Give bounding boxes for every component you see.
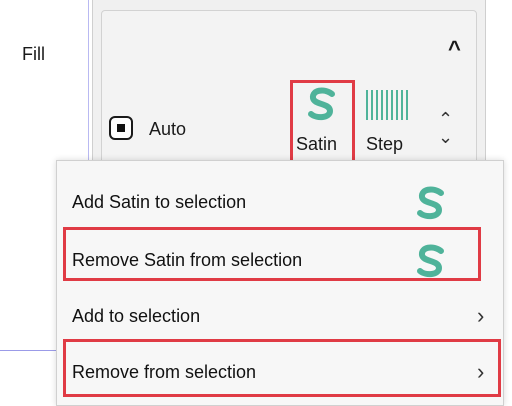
menu-item-label: Add Satin to selection bbox=[72, 192, 247, 212]
menu-item-add-to-selection[interactable]: Add to selection › bbox=[57, 289, 503, 345]
menu-item-remove-satin[interactable]: Remove Satin from selection bbox=[57, 233, 503, 289]
step-label[interactable]: Step bbox=[366, 134, 403, 155]
satin-icon bbox=[417, 244, 444, 278]
satin-icon bbox=[417, 186, 444, 220]
menu-item-remove-from-selection[interactable]: Remove from selection › bbox=[57, 345, 503, 401]
collapse-chevron-icon[interactable]: ^ bbox=[448, 36, 461, 62]
auto-checkbox[interactable] bbox=[109, 116, 133, 140]
menu-item-label: Remove Satin from selection bbox=[72, 250, 303, 270]
menu-item-add-satin[interactable]: Add Satin to selection bbox=[57, 175, 503, 231]
menu-item-label: Remove from selection bbox=[72, 362, 257, 382]
up-down-arrows-icon[interactable]: ⌃ ⌄ bbox=[438, 110, 453, 146]
satin-icon[interactable] bbox=[304, 86, 340, 122]
chevron-right-icon: › bbox=[477, 359, 485, 384]
menu-item-label: Add to selection bbox=[72, 306, 201, 326]
step-icon[interactable] bbox=[364, 88, 410, 122]
fill-section-title: Fill bbox=[22, 44, 45, 64]
chevron-right-icon: › bbox=[477, 303, 485, 328]
canvas-guide-line bbox=[88, 0, 89, 160]
context-menu: Add Satin to selection Remove Satin from… bbox=[56, 160, 504, 406]
auto-label: Auto bbox=[149, 119, 187, 139]
satin-label[interactable]: Satin bbox=[296, 134, 337, 155]
